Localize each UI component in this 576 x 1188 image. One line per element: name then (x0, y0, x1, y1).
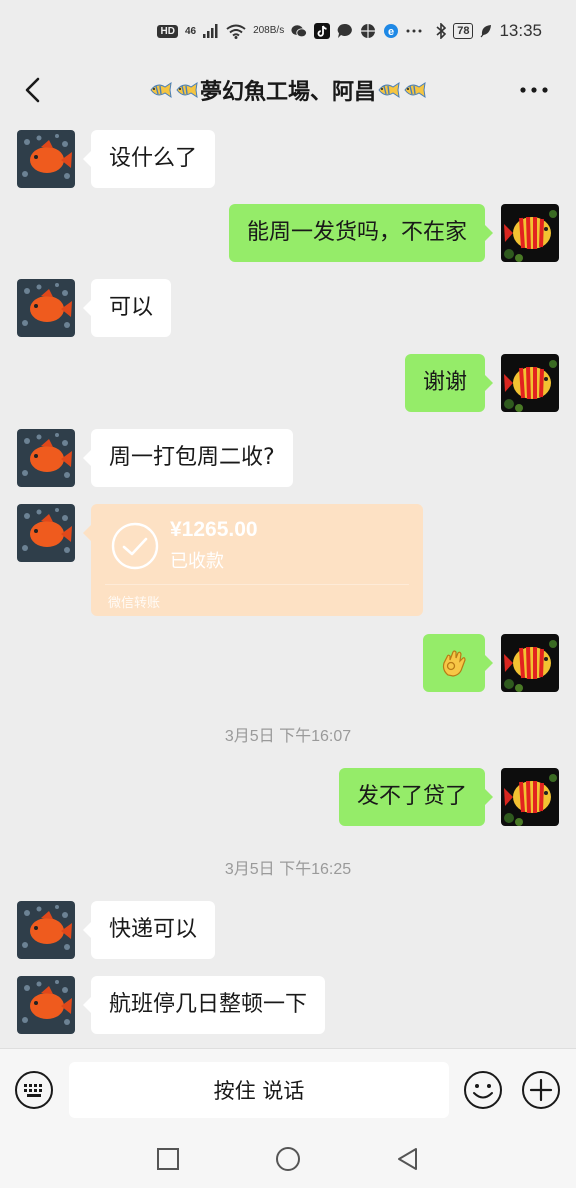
chevron-left-icon (25, 77, 40, 103)
check-circle-icon (111, 522, 159, 570)
my-avatar[interactable] (501, 768, 559, 826)
transfer-amount: ¥1265.00 (170, 518, 258, 541)
tiktok-icon (314, 23, 331, 39)
message-list[interactable]: 设什么了 能周一发货吗，不在家 可以 谢谢 周一打包周二收? ¥1265.00 … (0, 118, 576, 1048)
wechat-icon (291, 23, 308, 39)
network-type-label: 46 (184, 25, 197, 37)
bluetooth-icon (436, 23, 447, 39)
transfer-divider (105, 584, 409, 585)
transfer-status: 已收款 (170, 551, 224, 572)
input-bar: 按住 说话 (0, 1048, 576, 1130)
message-timestamp: 3月5日 下午16:25 (224, 861, 352, 878)
keyboard-icon[interactable] (14, 1070, 54, 1110)
fish-emoji-icon (149, 81, 173, 99)
emoji-message[interactable] (423, 634, 493, 692)
contact-avatar[interactable] (17, 279, 75, 337)
transfer-card[interactable]: ¥1265.00 已收款 微信转账 (83, 504, 423, 616)
my-avatar[interactable] (501, 354, 559, 412)
chat-title-text: 夢幻魚工場、阿昌 (199, 80, 376, 105)
incoming-message[interactable]: 航班停几日整顿一下 (82, 976, 326, 1034)
outgoing-message[interactable]: 能周一发货吗，不在家 (228, 204, 494, 262)
emoji-icon[interactable] (463, 1070, 503, 1110)
signal-icon (203, 24, 219, 38)
chat-icon (337, 23, 353, 39)
incoming-message[interactable]: 可以 (82, 279, 172, 337)
incoming-message[interactable]: 快递可以 (82, 901, 216, 959)
contact-avatar[interactable] (17, 130, 75, 188)
clock: 13:35 (499, 21, 542, 40)
leaf-icon (480, 24, 492, 38)
contact-avatar[interactable] (17, 976, 75, 1034)
message-timestamp: 3月5日 下午16:07 (224, 728, 352, 745)
system-nav-bar (0, 1130, 576, 1188)
outgoing-message[interactable]: 发不了贷了 (338, 768, 494, 826)
contact-avatar[interactable] (17, 504, 75, 562)
hold-to-talk-button[interactable]: 按住 说话 (69, 1062, 449, 1118)
back-triangle-icon[interactable] (395, 1146, 421, 1172)
fish-emoji-icon (377, 81, 401, 99)
chat-header: 夢幻魚工場、阿昌 (0, 62, 576, 118)
recent-apps-icon[interactable] (155, 1146, 181, 1172)
fish-emoji-icon (403, 81, 427, 99)
more-dots-icon (406, 29, 422, 33)
transfer-footer: 微信转账 (108, 596, 161, 611)
my-avatar[interactable] (501, 634, 559, 692)
battery-icon: 78 (453, 23, 474, 39)
incoming-message[interactable]: 周一打包周二收? (83, 429, 293, 487)
back-button[interactable] (14, 72, 50, 108)
wifi-icon (226, 24, 246, 39)
chat-title: 夢幻魚工場、阿昌 (80, 62, 496, 118)
fish-emoji-icon (175, 81, 199, 99)
outgoing-message[interactable]: 谢谢 (404, 354, 494, 412)
svg-text:e: e (388, 26, 394, 38)
my-avatar[interactable] (501, 204, 559, 262)
incoming-message[interactable]: 设什么了 (82, 130, 216, 188)
status-bar: HD 46 208 B/s e 78 13:35 (0, 0, 576, 62)
browser-icon: e (383, 23, 399, 39)
ok-hand-emoji-icon (442, 650, 466, 677)
app-icon (360, 23, 376, 39)
more-button[interactable] (514, 76, 554, 104)
home-icon[interactable] (275, 1146, 301, 1172)
more-horizontal-icon (520, 87, 548, 93)
contact-avatar[interactable] (17, 901, 75, 959)
plus-icon[interactable] (521, 1070, 561, 1110)
hd-badge: HD (157, 24, 178, 38)
network-speed: 208 B/s (253, 25, 285, 36)
contact-avatar[interactable] (17, 429, 75, 487)
